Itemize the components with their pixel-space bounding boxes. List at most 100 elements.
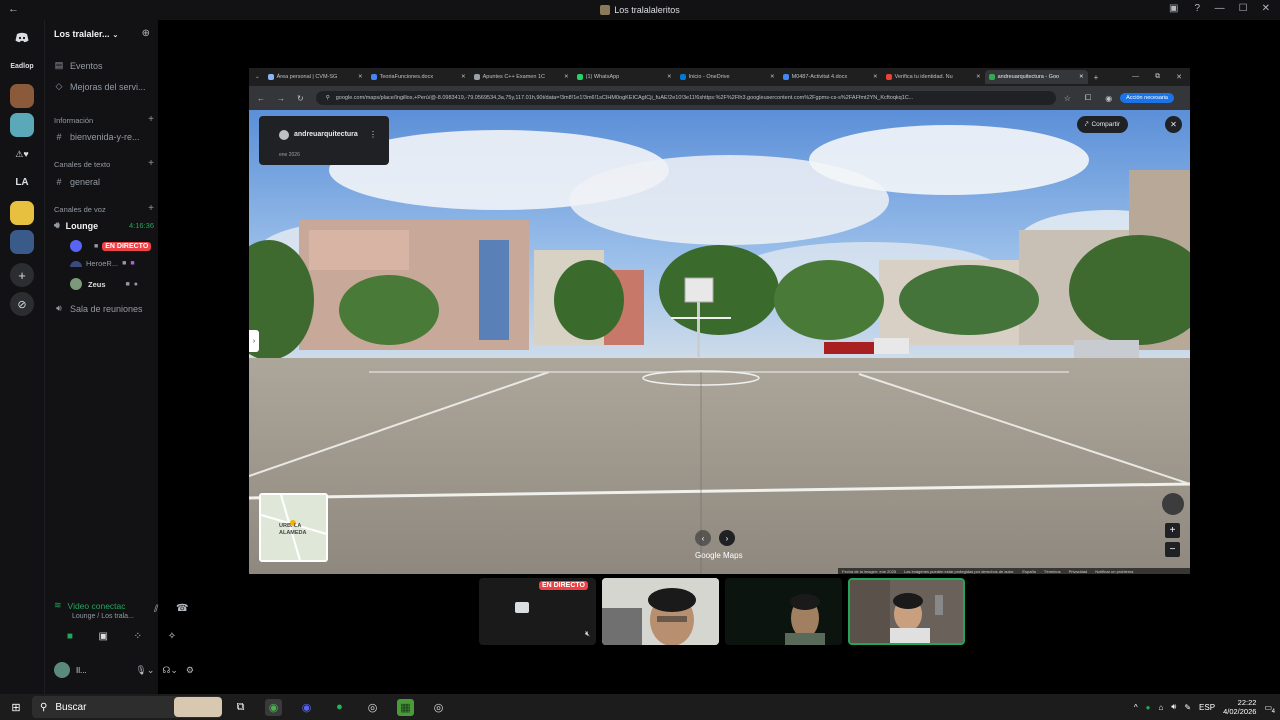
zoom-in-button[interactable]: + <box>1165 523 1180 538</box>
browser-close-icon[interactable]: ✕ <box>1176 73 1182 81</box>
browser-tab[interactable]: (1) WhatsApp ✕ <box>573 70 676 84</box>
privacy-link[interactable]: Privacidad <box>1069 569 1088 574</box>
more-options-icon[interactable]: ⋮ <box>369 130 377 139</box>
steam-icon[interactable]: ◎ <box>364 699 381 716</box>
server-name[interactable]: Los tralaler... ⌄ <box>54 29 118 39</box>
add-member-icon[interactable]: ⊕ <box>142 28 150 39</box>
discord-icon[interactable]: ◉ <box>298 699 315 716</box>
clock[interactable]: 22:22 4/02/2026 <box>1223 698 1256 716</box>
browser-tab[interactable]: Inicio - OneDrive ✕ <box>676 70 779 84</box>
category-info[interactable]: Información + <box>54 114 154 125</box>
url-field[interactable]: ⚲ google.com/maps/place/Ingillos,+Perú/@-… <box>315 91 1056 105</box>
taskbar-search[interactable]: ⚲ Buscar <box>32 696 222 718</box>
prev-image-button[interactable]: ‹ <box>695 530 711 546</box>
browser-tab-active[interactable]: andreuarquitectura - Goo ✕ <box>984 70 1088 84</box>
voice-channel-lounge[interactable]: 🔊︎ Lounge 4:16:36 <box>54 220 154 231</box>
participant-video[interactable] <box>725 578 842 645</box>
stream-view[interactable]: ⌄ Área personal | CVM-SG ✕ TeoriaFuncione… <box>249 68 1190 574</box>
participant-video-speaking[interactable] <box>848 578 965 645</box>
notifications-icon[interactable]: ▭ 4 <box>1264 703 1275 715</box>
disconnect-icon[interactable]: ☎ <box>176 603 188 614</box>
channel-welcome[interactable]: # bienvenida-y-re... <box>54 132 139 142</box>
profile-icon[interactable]: ◉ <box>1105 94 1112 103</box>
task-view-icon[interactable]: ⧉ <box>232 699 249 716</box>
server-folder-icon[interactable] <box>10 230 34 254</box>
terms-link[interactable]: Términos <box>1044 569 1061 574</box>
server-la[interactable]: LA <box>6 177 38 188</box>
zoom-out-button[interactable]: − <box>1165 542 1180 557</box>
volume-icon[interactable]: 🔊︎ <box>1171 702 1176 712</box>
action-required-button[interactable]: Acción necesaria <box>1120 93 1174 103</box>
region-link[interactable]: España <box>1022 569 1036 574</box>
browser-tab[interactable]: TeoriaFunciones.docx ✕ <box>367 70 470 84</box>
browser-tab[interactable]: Verifica tu identidad. Nu ✕ <box>882 70 985 84</box>
browser-minimize-icon[interactable]: — <box>1132 73 1139 81</box>
browser-restore-icon[interactable]: ⧉ <box>1155 73 1160 81</box>
back-arrow-icon[interactable]: ← <box>8 3 19 15</box>
screen-share-icon[interactable]: ▣ <box>99 631 108 642</box>
browser-tab[interactable]: Área personal | CVM-SG ✕ <box>264 70 367 84</box>
network-icon[interactable]: ⌂ <box>1158 703 1163 712</box>
settings-gear-icon[interactable]: ⚙ <box>186 665 194 676</box>
browser-tab[interactable]: Apuntes C++ Examen 1C ✕ <box>470 70 573 84</box>
noise-suppression-icon[interactable]: ⫽ <box>154 604 158 615</box>
channel-general[interactable]: # general <box>54 177 100 187</box>
server-eadlop[interactable]: Eadlop <box>6 63 38 70</box>
discord-home-icon[interactable] <box>10 25 34 49</box>
minecraft-icon[interactable]: ▦ <box>397 698 414 716</box>
windows-start-icon[interactable]: ⊞ <box>0 701 32 714</box>
obs-icon[interactable]: ◎ <box>430 699 447 716</box>
category-text[interactable]: Canales de texto + <box>54 158 154 169</box>
share-button[interactable]: ⤤ Compartir <box>1076 116 1128 133</box>
favicon-icon <box>782 74 789 80</box>
server-avatar-3[interactable] <box>10 201 34 225</box>
voice-user-zeus[interactable]: Zeus ■ ● <box>70 278 138 290</box>
browser-back-icon[interactable]: ← <box>257 94 265 103</box>
category-voice[interactable]: Canales de voz + <box>54 203 154 214</box>
language-indicator[interactable]: ESP <box>1199 703 1215 712</box>
events-item[interactable]: ▤ Eventos <box>54 60 103 71</box>
new-tab-icon[interactable]: + <box>1094 73 1099 82</box>
server-avatar-1[interactable] <box>10 84 34 108</box>
bookmark-star-icon[interactable]: ☆ <box>1064 94 1071 103</box>
server-boost-item[interactable]: ◇ Mejoras del servi... <box>54 81 146 92</box>
server-alert-icon[interactable]: ⚠♥ <box>10 142 34 166</box>
explore-icon[interactable]: ⊘ <box>10 292 34 316</box>
avatar[interactable] <box>54 662 70 678</box>
spotify-icon[interactable]: ● <box>331 699 348 716</box>
report-link[interactable]: Notificar un problema <box>1095 569 1133 574</box>
reload-icon[interactable]: ↻ <box>297 94 304 103</box>
next-image-button[interactable]: › <box>719 530 735 546</box>
close-streetview-button[interactable]: ✕ <box>1165 116 1182 133</box>
add-server-icon[interactable]: + <box>10 263 34 287</box>
voice-user-heroe[interactable]: HeroeR... ■ ■ <box>70 259 135 268</box>
activities-icon[interactable]: ⁘ <box>134 631 142 642</box>
chrome-icon[interactable]: ◉ <box>265 698 282 716</box>
extensions-icon[interactable]: ⧠ <box>1085 93 1091 103</box>
account-card[interactable]: andreuarquitectura ⋮ ene 2026 <box>259 116 389 165</box>
pen-icon[interactable]: ✎ <box>1184 703 1191 712</box>
minimize-button[interactable]: — <box>1215 3 1225 14</box>
headphones-icon[interactable]: ☊⌄ <box>162 665 178 676</box>
inbox-icon[interactable]: ▣ <box>1169 3 1178 14</box>
camera-toggle-icon[interactable]: ■ <box>67 631 73 642</box>
street-view-panorama[interactable]: andreuarquitectura ⋮ ene 2026 ⤤ Compartir… <box>249 110 1190 574</box>
tray-app-icon[interactable]: ● <box>1146 703 1151 712</box>
help-icon[interactable]: ? <box>1194 3 1200 14</box>
maximize-button[interactable]: ☐ <box>1239 3 1248 14</box>
tab-search-icon[interactable]: ⌄ <box>255 74 260 80</box>
stream-thumbnail[interactable]: EN DIRECTO 🔇︎ <box>479 578 596 645</box>
close-button[interactable]: ✕ <box>1262 3 1270 14</box>
compass-icon[interactable] <box>1161 493 1184 515</box>
soundboard-icon[interactable]: ✧ <box>168 631 176 642</box>
expand-panel-handle[interactable]: › <box>249 330 259 352</box>
browser-tab[interactable]: M0487-Activitat 4.docx ✕ <box>779 70 882 84</box>
voice-user-1[interactable]: ■ EN DIRECTO <box>70 240 152 252</box>
microphone-icon[interactable]: 🎙︎⌄ <box>135 665 154 676</box>
browser-forward-icon[interactable]: → <box>277 94 285 103</box>
tray-overflow-icon[interactable]: ^ <box>1134 703 1138 712</box>
voice-channel-meeting[interactable]: 🔊︎ Sala de reuniones <box>54 303 142 314</box>
server-avatar-2[interactable] <box>10 113 34 137</box>
participant-video[interactable] <box>602 578 719 645</box>
minimap[interactable]: URB. LA ALAMEDA <box>259 493 328 562</box>
